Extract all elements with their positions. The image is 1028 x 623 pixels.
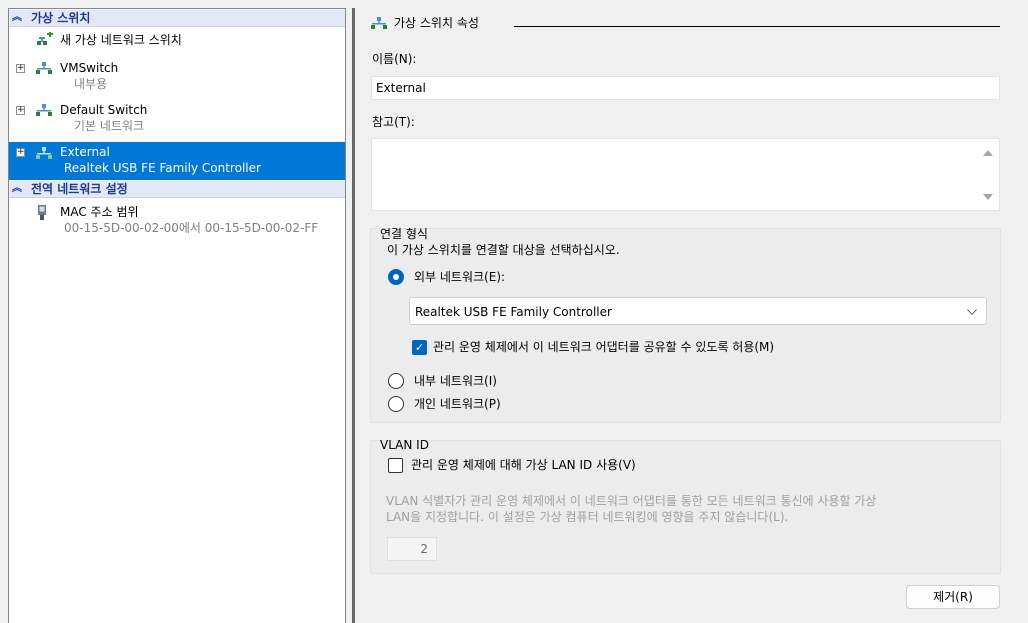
name-field[interactable]: External [371,76,1000,100]
section-header-label: 전역 네트워크 설정 [31,182,128,196]
notes-field[interactable] [371,138,1000,211]
group-divider [514,26,1000,27]
section-header-virtual-switches[interactable]: ︽ 가상 스위치 [9,9,345,27]
private-network-label[interactable]: 개인 네트워크(P) [414,396,501,412]
connection-type-group: 연결 형식 이 가상 스위치를 연결할 대상을 선택하십시오. 외부 네트워크(… [370,227,1001,423]
internal-network-label[interactable]: 내부 네트워크(I) [414,373,497,389]
dropdown-chevron-icon [967,305,977,315]
mac-range-value: 00-15-5D-00-02-00에서 00-15-5D-00-02-FF [64,221,319,235]
private-network-radio[interactable] [388,396,404,412]
remove-button[interactable]: 제거(R) [906,585,1000,609]
name-label: 이름(N): [372,52,417,66]
switch-tree-pane: ︽ 가상 스위치 새 가상 네트워크 스위치 + VMSwitch 내부용 + … [8,8,346,623]
scroll-up-icon[interactable] [983,150,993,156]
collapse-chevron-icon[interactable]: ︽ [12,182,24,196]
expand-plus-icon[interactable]: + [16,64,25,73]
expand-plus-icon[interactable]: + [16,106,25,115]
scroll-down-icon[interactable] [983,194,993,200]
collapse-chevron-icon[interactable]: ︽ [12,11,24,25]
switch-properties-pane: 가상 스위치 속성 이름(N): External 참고(T): 연결 형식 이… [355,8,1028,623]
adapter-select[interactable]: Realtek USB FE Family Controller [409,297,987,325]
section-header-label: 가상 스위치 [31,11,91,25]
mac-address-icon [38,205,46,220]
network-switch-icon [36,62,52,74]
switch-name: Default Switch [60,103,148,117]
connection-type-title: 연결 형식 [380,227,428,241]
vlan-enable-label[interactable]: 관리 운영 체제에 대해 가상 LAN ID 사용(V) [411,457,636,473]
network-switch-icon [371,17,387,29]
section-header-global-network[interactable]: ︽ 전역 네트워크 설정 [9,180,345,198]
connection-type-prompt: 이 가상 스위치를 연결할 대상을 선택하십시오. [387,243,620,257]
vlan-id-field[interactable]: 2 [387,537,437,561]
tree-item-new-switch[interactable]: 새 가상 네트워크 스위치 [9,29,345,51]
switch-type: Realtek USB FE Family Controller [64,161,261,175]
vlan-title: VLAN ID [380,438,429,452]
external-network-radio[interactable] [388,269,404,285]
expand-plus-icon[interactable]: + [16,148,25,157]
adapter-selected-value: Realtek USB FE Family Controller [415,305,612,319]
new-switch-label: 새 가상 네트워크 스위치 [60,33,182,47]
share-adapter-checkbox[interactable]: ✓ [412,340,427,355]
properties-group-label: 가상 스위치 속성 [394,16,479,30]
vlan-id-value: 2 [420,542,428,556]
tree-item-vmswitch[interactable]: + VMSwitch 내부용 [9,57,345,95]
network-switch-icon [36,104,52,116]
properties-group-title: 가상 스위치 속성 [370,14,479,32]
share-adapter-label[interactable]: 관리 운영 체제에서 이 네트워크 어댑터를 공유할 수 있도록 허용(M) [433,339,774,355]
name-value: External [376,81,426,95]
switch-name: VMSwitch [60,61,119,75]
vlan-enable-checkbox[interactable] [388,458,403,473]
tree-item-external[interactable]: + External Realtek USB FE Family Control… [9,142,345,180]
switch-type: 내부용 [74,77,108,91]
notes-label: 참고(T): [372,115,415,129]
tree-item-default-switch[interactable]: + Default Switch 기본 네트워크 [9,99,345,137]
add-switch-icon [37,32,53,45]
vlan-description-line1: VLAN 식별자가 관리 운영 체제에서 이 네트워크 어댑터를 통한 모든 네… [386,494,877,508]
internal-network-radio[interactable] [388,373,404,389]
vlan-group: VLAN ID 관리 운영 체제에 대해 가상 LAN ID 사용(V) VLA… [370,438,1001,574]
mac-range-label: MAC 주소 범위 [60,205,139,219]
switch-type: 기본 네트워크 [74,119,145,133]
external-network-label[interactable]: 외부 네트워크(E): [414,269,505,285]
network-switch-icon [36,147,52,159]
switch-name: External [60,145,110,159]
tree-item-mac-range[interactable]: MAC 주소 범위 00-15-5D-00-02-00에서 00-15-5D-0… [9,202,345,240]
vlan-description-line2: LAN을 지정합니다. 이 설정은 가상 컴퓨터 네트워킹에 영향을 주지 않습… [386,510,789,524]
